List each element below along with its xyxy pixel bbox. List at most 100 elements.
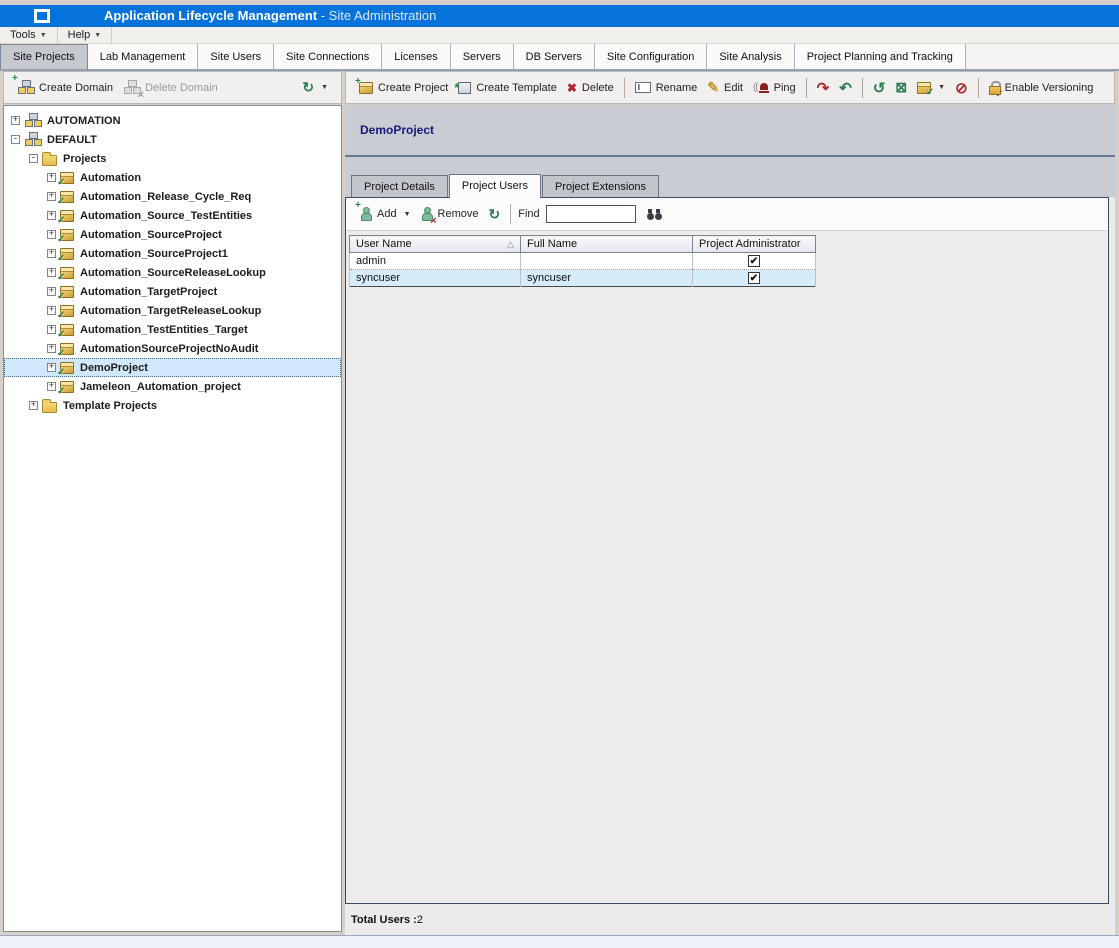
expand-toggle[interactable]: +	[47, 382, 56, 391]
collapse-toggle[interactable]: -	[29, 154, 38, 163]
tab-site-projects[interactable]: Site Projects	[0, 44, 88, 69]
expand-toggle[interactable]: +	[47, 306, 56, 315]
tab-site-users[interactable]: Site Users	[198, 44, 274, 69]
create-domain-button[interactable]: + Create Domain	[12, 77, 118, 98]
restore-project-button[interactable]: ↺	[868, 76, 891, 100]
expand-toggle[interactable]: +	[47, 192, 56, 201]
tree-item-project[interactable]: + ✓ Automation_TargetReleaseLookup	[4, 301, 341, 320]
delete-project-button[interactable]: ✖ Delete	[562, 78, 619, 98]
expand-toggle[interactable]: +	[47, 249, 56, 258]
refresh-domains-button[interactable]: ↻ ▼	[297, 76, 333, 99]
tree-item-default-domain[interactable]: - DEFAULT	[4, 130, 341, 149]
tree-item-project[interactable]: + ✓ AutomationSourceProjectNoAudit	[4, 339, 341, 358]
tree-item-project[interactable]: + ✓ Automation_SourceReleaseLookup	[4, 263, 341, 282]
expand-toggle[interactable]: +	[47, 363, 56, 372]
expand-toggle[interactable]: +	[47, 230, 56, 239]
menu-tools[interactable]: Tools ▼	[0, 27, 58, 43]
tree-item-project[interactable]: + ✓ Automation_TestEntities_Target	[4, 320, 341, 339]
subtab-project-details[interactable]: Project Details	[351, 175, 448, 197]
tree-item-project[interactable]: + ✓ Automation_Release_Cycle_Req	[4, 187, 341, 206]
tree-item-demoproject-selected[interactable]: + ✓ DemoProject	[4, 358, 341, 377]
find-input[interactable]	[546, 205, 636, 223]
activate-project-button[interactable]: ↷	[812, 76, 835, 100]
expand-toggle[interactable]: +	[47, 268, 56, 277]
tab-servers[interactable]: Servers	[451, 44, 514, 69]
create-template-button[interactable]: Create Template	[453, 79, 562, 97]
subtab-project-extensions[interactable]: Project Extensions	[542, 175, 659, 197]
create-template-label: Create Template	[476, 82, 557, 94]
delete-domain-button[interactable]: × Delete Domain	[118, 77, 223, 98]
expand-toggle[interactable]: +	[47, 287, 56, 296]
remove-user-button[interactable]: × Remove	[416, 204, 484, 224]
curved-arrow-left-icon: ↶	[839, 79, 852, 97]
column-header-project-administrator[interactable]: Project Administrator	[693, 236, 816, 253]
rename-project-button[interactable]: Rename	[630, 79, 703, 97]
binoculars-icon	[647, 209, 662, 220]
ping-project-button[interactable]: (( Ping	[748, 79, 801, 97]
tree-item-template-projects-folder[interactable]: + Template Projects	[4, 396, 341, 415]
curved-arrow-right-icon: ↷	[817, 79, 830, 97]
column-header-full-name[interactable]: Full Name	[521, 236, 693, 253]
expand-toggle[interactable]: +	[11, 116, 20, 125]
prohibit-icon: ⊘	[955, 79, 968, 97]
find-button[interactable]	[642, 206, 667, 223]
disable-project-button[interactable]: ⊘	[950, 76, 973, 100]
tree-item-label: Automation_TargetReleaseLookup	[78, 305, 263, 317]
tab-lab-management[interactable]: Lab Management	[88, 44, 199, 69]
expand-toggle[interactable]: +	[47, 211, 56, 220]
tab-site-configuration[interactable]: Site Configuration	[595, 44, 707, 69]
edit-project-button[interactable]: ✎ Edit	[702, 76, 748, 99]
tree-item-automation-domain[interactable]: + AUTOMATION	[4, 111, 341, 130]
remove-project-button[interactable]: ⊠	[890, 76, 912, 99]
chevron-down-icon: ▼	[938, 84, 945, 91]
refresh-users-button[interactable]: ↻	[483, 203, 505, 226]
toolbar-separator	[806, 78, 807, 98]
tree-item-project[interactable]: + ✓ Automation_SourceProject1	[4, 244, 341, 263]
expand-toggle[interactable]: +	[29, 401, 38, 410]
expand-toggle[interactable]: +	[47, 325, 56, 334]
project-icon: ✓	[60, 267, 74, 279]
add-user-button[interactable]: + Add ▼	[355, 204, 416, 224]
tree-item-label: Automation_SourceProject	[78, 229, 224, 241]
deactivate-arrow-button[interactable]: ↶	[834, 76, 857, 100]
table-header-row: User Name△ Full Name Project Administrat…	[350, 236, 816, 253]
tab-project-planning-and-tracking[interactable]: Project Planning and Tracking	[795, 44, 966, 69]
tree-item-project[interactable]: + ✓ Jameleon_Automation_project	[4, 377, 341, 396]
tree-item-label: AutomationSourceProjectNoAudit	[78, 343, 260, 355]
tree-item-project[interactable]: + ✓ Automation_Source_TestEntities	[4, 206, 341, 225]
tab-db-servers[interactable]: DB Servers	[514, 44, 595, 69]
tree-item-project[interactable]: + ✓ Automation_SourceProject	[4, 225, 341, 244]
toolbar-separator	[510, 204, 511, 224]
project-users-content: + Add ▼ × Remove ↻ Find	[345, 197, 1109, 904]
project-icon: ✓	[60, 229, 74, 241]
expand-toggle[interactable]: +	[47, 173, 56, 182]
tree-item-label: Automation_Release_Cycle_Req	[78, 191, 253, 203]
collapse-toggle[interactable]: -	[11, 135, 20, 144]
add-user-icon: +	[360, 207, 372, 221]
column-header-user-name[interactable]: User Name△	[350, 236, 521, 253]
subtab-project-users[interactable]: Project Users	[449, 174, 541, 198]
find-label: Find	[518, 208, 539, 220]
app-subtitle: - Site Administration	[321, 8, 437, 23]
tree-item-project[interactable]: + ✓ Automation_TargetProject	[4, 282, 341, 301]
project-icon: ✓	[60, 362, 74, 374]
tree-item-projects-folder[interactable]: - Projects	[4, 149, 341, 168]
maintain-project-button[interactable]: ✓ ▼	[912, 79, 950, 97]
create-project-button[interactable]: + Create Project	[354, 79, 453, 97]
tree-item-project[interactable]: + ✓ Automation	[4, 168, 341, 187]
ping-label: Ping	[774, 82, 796, 94]
project-icon: ✓	[60, 172, 74, 184]
tab-licenses[interactable]: Licenses	[382, 44, 450, 69]
tab-site-analysis[interactable]: Site Analysis	[707, 44, 794, 69]
chevron-down-icon: ▼	[40, 32, 47, 39]
project-admin-checkbox[interactable]: ✔	[748, 272, 760, 284]
tab-site-connections[interactable]: Site Connections	[274, 44, 382, 69]
user-row-syncuser-selected[interactable]: syncuser syncuser ✔	[350, 270, 816, 287]
create-project-label: Create Project	[378, 82, 448, 94]
enable-versioning-button[interactable]: ✓ Enable Versioning	[984, 78, 1099, 98]
expand-toggle[interactable]: +	[47, 344, 56, 353]
menu-help[interactable]: Help ▼	[58, 27, 113, 43]
project-admin-checkbox[interactable]: ✔	[748, 255, 760, 267]
project-icon: ✓	[60, 381, 74, 393]
user-row-admin[interactable]: admin ✔	[350, 253, 816, 270]
